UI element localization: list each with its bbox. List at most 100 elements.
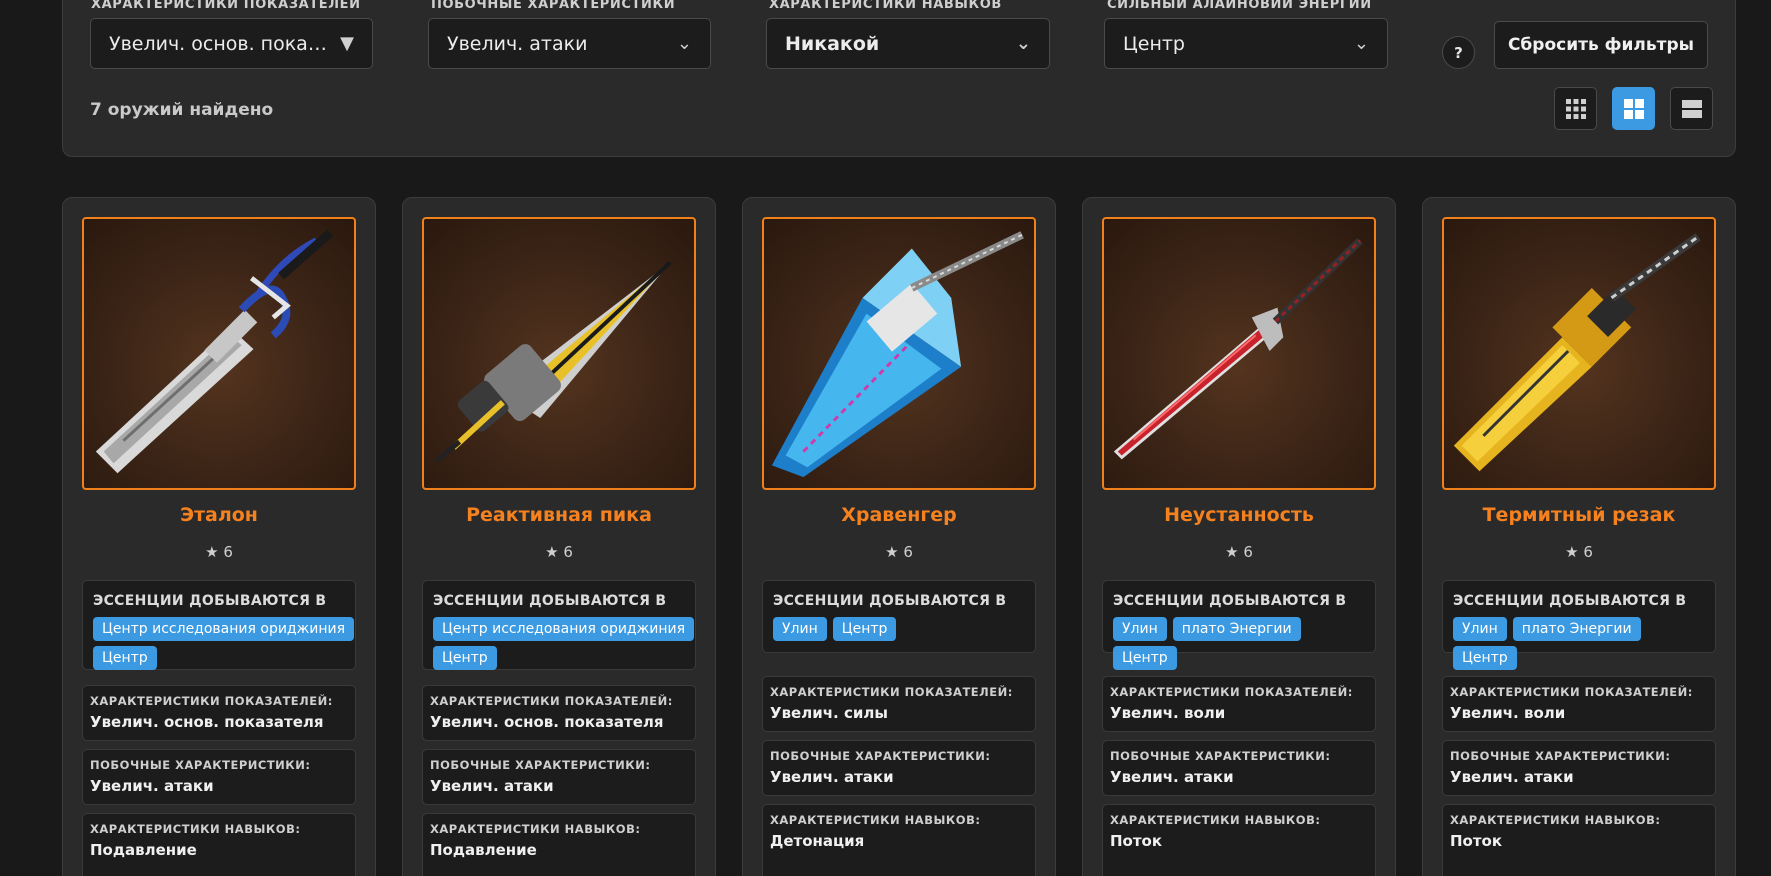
weapon-card[interactable]: Термитный резак ★ 6 ЭССЕНЦИИ ДОБЫВАЮТСЯ … [1422,197,1736,876]
essence-title: ЭССЕНЦИИ ДОБЫВАЮТСЯ В [1453,593,1687,609]
filter-panel: Характеристики показателей Увелич. основ… [62,0,1736,157]
sub-stat-box: ПОБОЧНЫЕ ХАРАКТЕРИСТИКИ: Увелич. атаки [1442,740,1716,796]
sub-stat-box: ПОБОЧНЫЕ ХАРАКТЕРИСТИКИ: Увелич. атаки [1102,740,1376,796]
triangle-down-icon: ▼ [340,33,354,54]
main-stat-label: ХАРАКТЕРИСТИКИ ПОКАЗАТЕЛЕЙ: [1110,685,1353,699]
weapon-image [1442,217,1716,490]
sub-stat-box: ПОБОЧНЫЕ ХАРАКТЕРИСТИКИ: Увелич. атаки [422,749,696,805]
location-tag[interactable]: Центр [93,646,157,670]
energy-select-value: Центр [1123,32,1185,55]
main-stats-filter-label: Характеристики показателей [91,0,361,12]
view-list-button[interactable] [1670,87,1713,130]
weapon-card[interactable]: Неустанность ★ 6 ЭССЕНЦИИ ДОБЫВАЮТСЯ В У… [1082,197,1396,876]
rarity-stars: ★ 6 [1225,543,1253,561]
skill-stat-box: ХАРАКТЕРИСТИКИ НАВЫКОВ: Детонация [762,804,1036,876]
weapon-name[interactable]: Термитный резак [1423,504,1735,526]
skill-stats-select-value: Никакой [785,32,880,55]
weapon-card[interactable]: Хравенгер ★ 6 ЭССЕНЦИИ ДОБЫВАЮТСЯ В Улин… [742,197,1056,876]
main-stats-select[interactable]: Увелич. основ. показателя,... ▼ [90,18,373,69]
sub-stats-select[interactable]: Увелич. атаки ⌄ [428,18,711,69]
list-icon [1681,99,1702,118]
weapon-name[interactable]: Эталон [63,504,375,526]
energy-select[interactable]: Центр ⌄ [1104,18,1388,69]
chevron-down-icon: ⌄ [676,33,692,54]
skill-stat-label: ХАРАКТЕРИСТИКИ НАВЫКОВ: [90,822,301,836]
skill-stat-value: Подавление [90,841,197,859]
essence-title: ЭССЕНЦИИ ДОБЫВАЮТСЯ В [773,593,1007,609]
main-stat-box: ХАРАКТЕРИСТИКИ ПОКАЗАТЕЛЕЙ: Увелич. воли [1102,676,1376,732]
weapon-card[interactable]: Реактивная пика ★ 6 ЭССЕНЦИИ ДОБЫВАЮТСЯ … [402,197,716,876]
weapon-name[interactable]: Хравенгер [743,504,1055,526]
essence-box: ЭССЕНЦИИ ДОБЫВАЮТСЯ В Улин плато Энергии… [1442,580,1716,670]
rarity-stars: ★ 6 [545,543,573,561]
skill-stat-box: ХАРАКТЕРИСТИКИ НАВЫКОВ: Подавление [82,813,356,876]
essence-box: ЭССЕНЦИИ ДОБЫВАЮТСЯ В Центр исследования… [82,580,356,670]
view-grid-large-button[interactable] [1612,87,1655,130]
essence-title: ЭССЕНЦИИ ДОБЫВАЮТСЯ В [433,593,667,609]
sub-stat-value: Увелич. атаки [90,777,214,795]
sub-stat-value: Увелич. атаки [1450,768,1574,786]
main-stat-box: ХАРАКТЕРИСТИКИ ПОКАЗАТЕЛЕЙ: Увелич. осно… [422,685,696,741]
main-stat-label: ХАРАКТЕРИСТИКИ ПОКАЗАТЕЛЕЙ: [90,694,333,708]
main-stat-box: ХАРАКТЕРИСТИКИ ПОКАЗАТЕЛЕЙ: Увелич. силы [762,676,1036,732]
location-tag[interactable]: Центр [832,617,897,641]
location-tag[interactable]: Центр [433,646,497,670]
energy-filter-label: Сильный алайновий энергии [1107,0,1372,12]
sub-stat-box: ПОБОЧНЫЕ ХАРАКТЕРИСТИКИ: Увелич. атаки [82,749,356,805]
location-tag[interactable]: Центр [1113,646,1177,670]
skill-stat-box: ХАРАКТЕРИСТИКИ НАВЫКОВ: Подавление [422,813,696,876]
location-tag[interactable]: Улин [773,617,827,641]
sub-stat-value: Увелич. атаки [1110,768,1234,786]
sub-stats-filter-label: Побочные характеристики [431,0,676,12]
weapon-image [82,217,356,490]
main-stat-value: Увелич. основ. показателя [90,713,324,731]
skill-stat-value: Детонация [770,832,865,850]
location-tag[interactable]: Центр исследования ориджиния [93,617,354,641]
view-grid-small-button[interactable] [1554,87,1597,130]
weapon-image [422,217,696,490]
sword-icon [95,229,334,474]
main-stat-label: ХАРАКТЕРИСТИКИ ПОКАЗАТЕЛЕЙ: [430,694,673,708]
location-tag[interactable]: плато Энергии [1172,617,1301,641]
main-stat-label: ХАРАКТЕРИСТИКИ ПОКАЗАТЕЛЕЙ: [770,685,1013,699]
main-stat-box: ХАРАКТЕРИСТИКИ ПОКАЗАТЕЛЕЙ: Увелич. осно… [82,685,356,741]
essence-title: ЭССЕНЦИИ ДОБЫВАЮТСЯ В [1113,593,1347,609]
skill-stat-label: ХАРАКТЕРИСТИКИ НАВЫКОВ: [770,813,981,827]
skill-stat-box: ХАРАКТЕРИСТИКИ НАВЫКОВ: Поток [1442,804,1716,876]
weapon-name[interactable]: Реактивная пика [403,504,715,526]
location-tag[interactable]: Улин [1453,617,1507,641]
essence-title: ЭССЕНЦИИ ДОБЫВАЮТСЯ В [93,593,327,609]
reset-filters-button[interactable]: Сбросить фильтры [1494,21,1708,69]
spear-icon [434,260,672,464]
main-stat-box: ХАРАКТЕРИСТИКИ ПОКАЗАТЕЛЕЙ: Увелич. воли [1442,676,1716,732]
skill-stat-label: ХАРАКТЕРИСТИКИ НАВЫКОВ: [430,822,641,836]
location-tag[interactable]: Центр [1453,646,1517,670]
weapon-name[interactable]: Неустанность [1083,504,1395,526]
sub-stat-value: Увелич. атаки [770,768,894,786]
skill-stat-label: ХАРАКТЕРИСТИКИ НАВЫКОВ: [1450,813,1661,827]
greatsword-icon [771,231,1024,478]
skill-stat-label: ХАРАКТЕРИСТИКИ НАВЫКОВ: [1110,813,1321,827]
help-button[interactable]: ? [1442,36,1475,69]
katana-icon [1113,237,1363,460]
skill-stat-box: ХАРАКТЕРИСТИКИ НАВЫКОВ: Поток [1102,804,1376,876]
sub-stats-select-value: Увелич. атаки [447,32,588,55]
skill-stat-value: Поток [1450,832,1503,850]
main-stats-select-value: Увелич. основ. показателя,... [109,32,332,55]
skill-stat-value: Поток [1110,832,1163,850]
skill-stats-select[interactable]: Никакой ⌄ [766,18,1050,69]
sub-stat-label: ПОБОЧНЫЕ ХАРАКТЕРИСТИКИ: [430,758,651,772]
location-tag[interactable]: плато Энергии [1512,617,1641,641]
main-stat-value: Увелич. воли [1110,704,1226,722]
location-tag[interactable]: Центр исследования ориджиния [433,617,694,641]
grid-small-icon [1565,98,1586,119]
main-stat-value: Увелич. силы [770,704,888,722]
essence-box: ЭССЕНЦИИ ДОБЫВАЮТСЯ В Улин плато Энергии… [1102,580,1376,670]
sub-stat-label: ПОБОЧНЫЕ ХАРАКТЕРИСТИКИ: [90,758,311,772]
weapon-card[interactable]: Эталон ★ 6 ЭССЕНЦИИ ДОБЫВАЮТСЯ В Центр и… [62,197,376,876]
rarity-stars: ★ 6 [205,543,233,561]
location-tag[interactable]: Улин [1113,617,1167,641]
weapon-image [1102,217,1376,490]
grid-large-icon [1623,98,1644,119]
sub-stat-label: ПОБОЧНЫЕ ХАРАКТЕРИСТИКИ: [1110,749,1331,763]
